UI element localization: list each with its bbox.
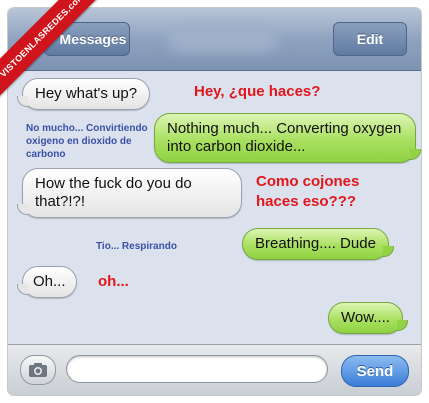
watermark-ribbon: VISTOENLASREDES.com (0, 0, 110, 110)
translation-annotation: Tio... Respirando (96, 241, 177, 252)
message-text: Breathing.... Dude (255, 235, 376, 252)
message-bubble-out: Wow.... (328, 302, 408, 334)
blurred-contact-name (168, 26, 278, 52)
message-bubble-out: Nothing much... Converting oxygen into c… (154, 113, 421, 163)
send-button-label: Send (356, 362, 394, 380)
translation-annotation: No mucho... Convirtiendo oxigeno en diox… (26, 123, 148, 160)
translation-annotation: Hey, ¿que haces? (194, 83, 321, 100)
camera-icon (29, 363, 47, 377)
message-bubble-in: Oh... (17, 266, 77, 298)
camera-button[interactable] (20, 355, 56, 385)
compose-bar: Send (8, 344, 421, 395)
translation-annotation: oh... (98, 273, 129, 290)
message-text: Nothing much... Converting oxygen into c… (167, 120, 402, 155)
message-text: Oh... (33, 273, 66, 290)
message-text: Wow.... (341, 309, 390, 326)
edit-button[interactable]: Edit (333, 22, 407, 56)
message-text: How the fuck do you do that?!?! (35, 175, 192, 210)
edit-button-label: Edit (356, 31, 384, 47)
translation-annotation: Como cojones haces eso??? (256, 173, 360, 210)
send-button[interactable]: Send (341, 355, 409, 387)
message-input[interactable] (66, 355, 328, 383)
message-bubble-out: Breathing.... Dude (242, 228, 394, 260)
message-bubble-in: How the fuck do you do that?!?! (17, 168, 242, 218)
watermark-text: VISTOENLASREDES.com (0, 0, 108, 101)
